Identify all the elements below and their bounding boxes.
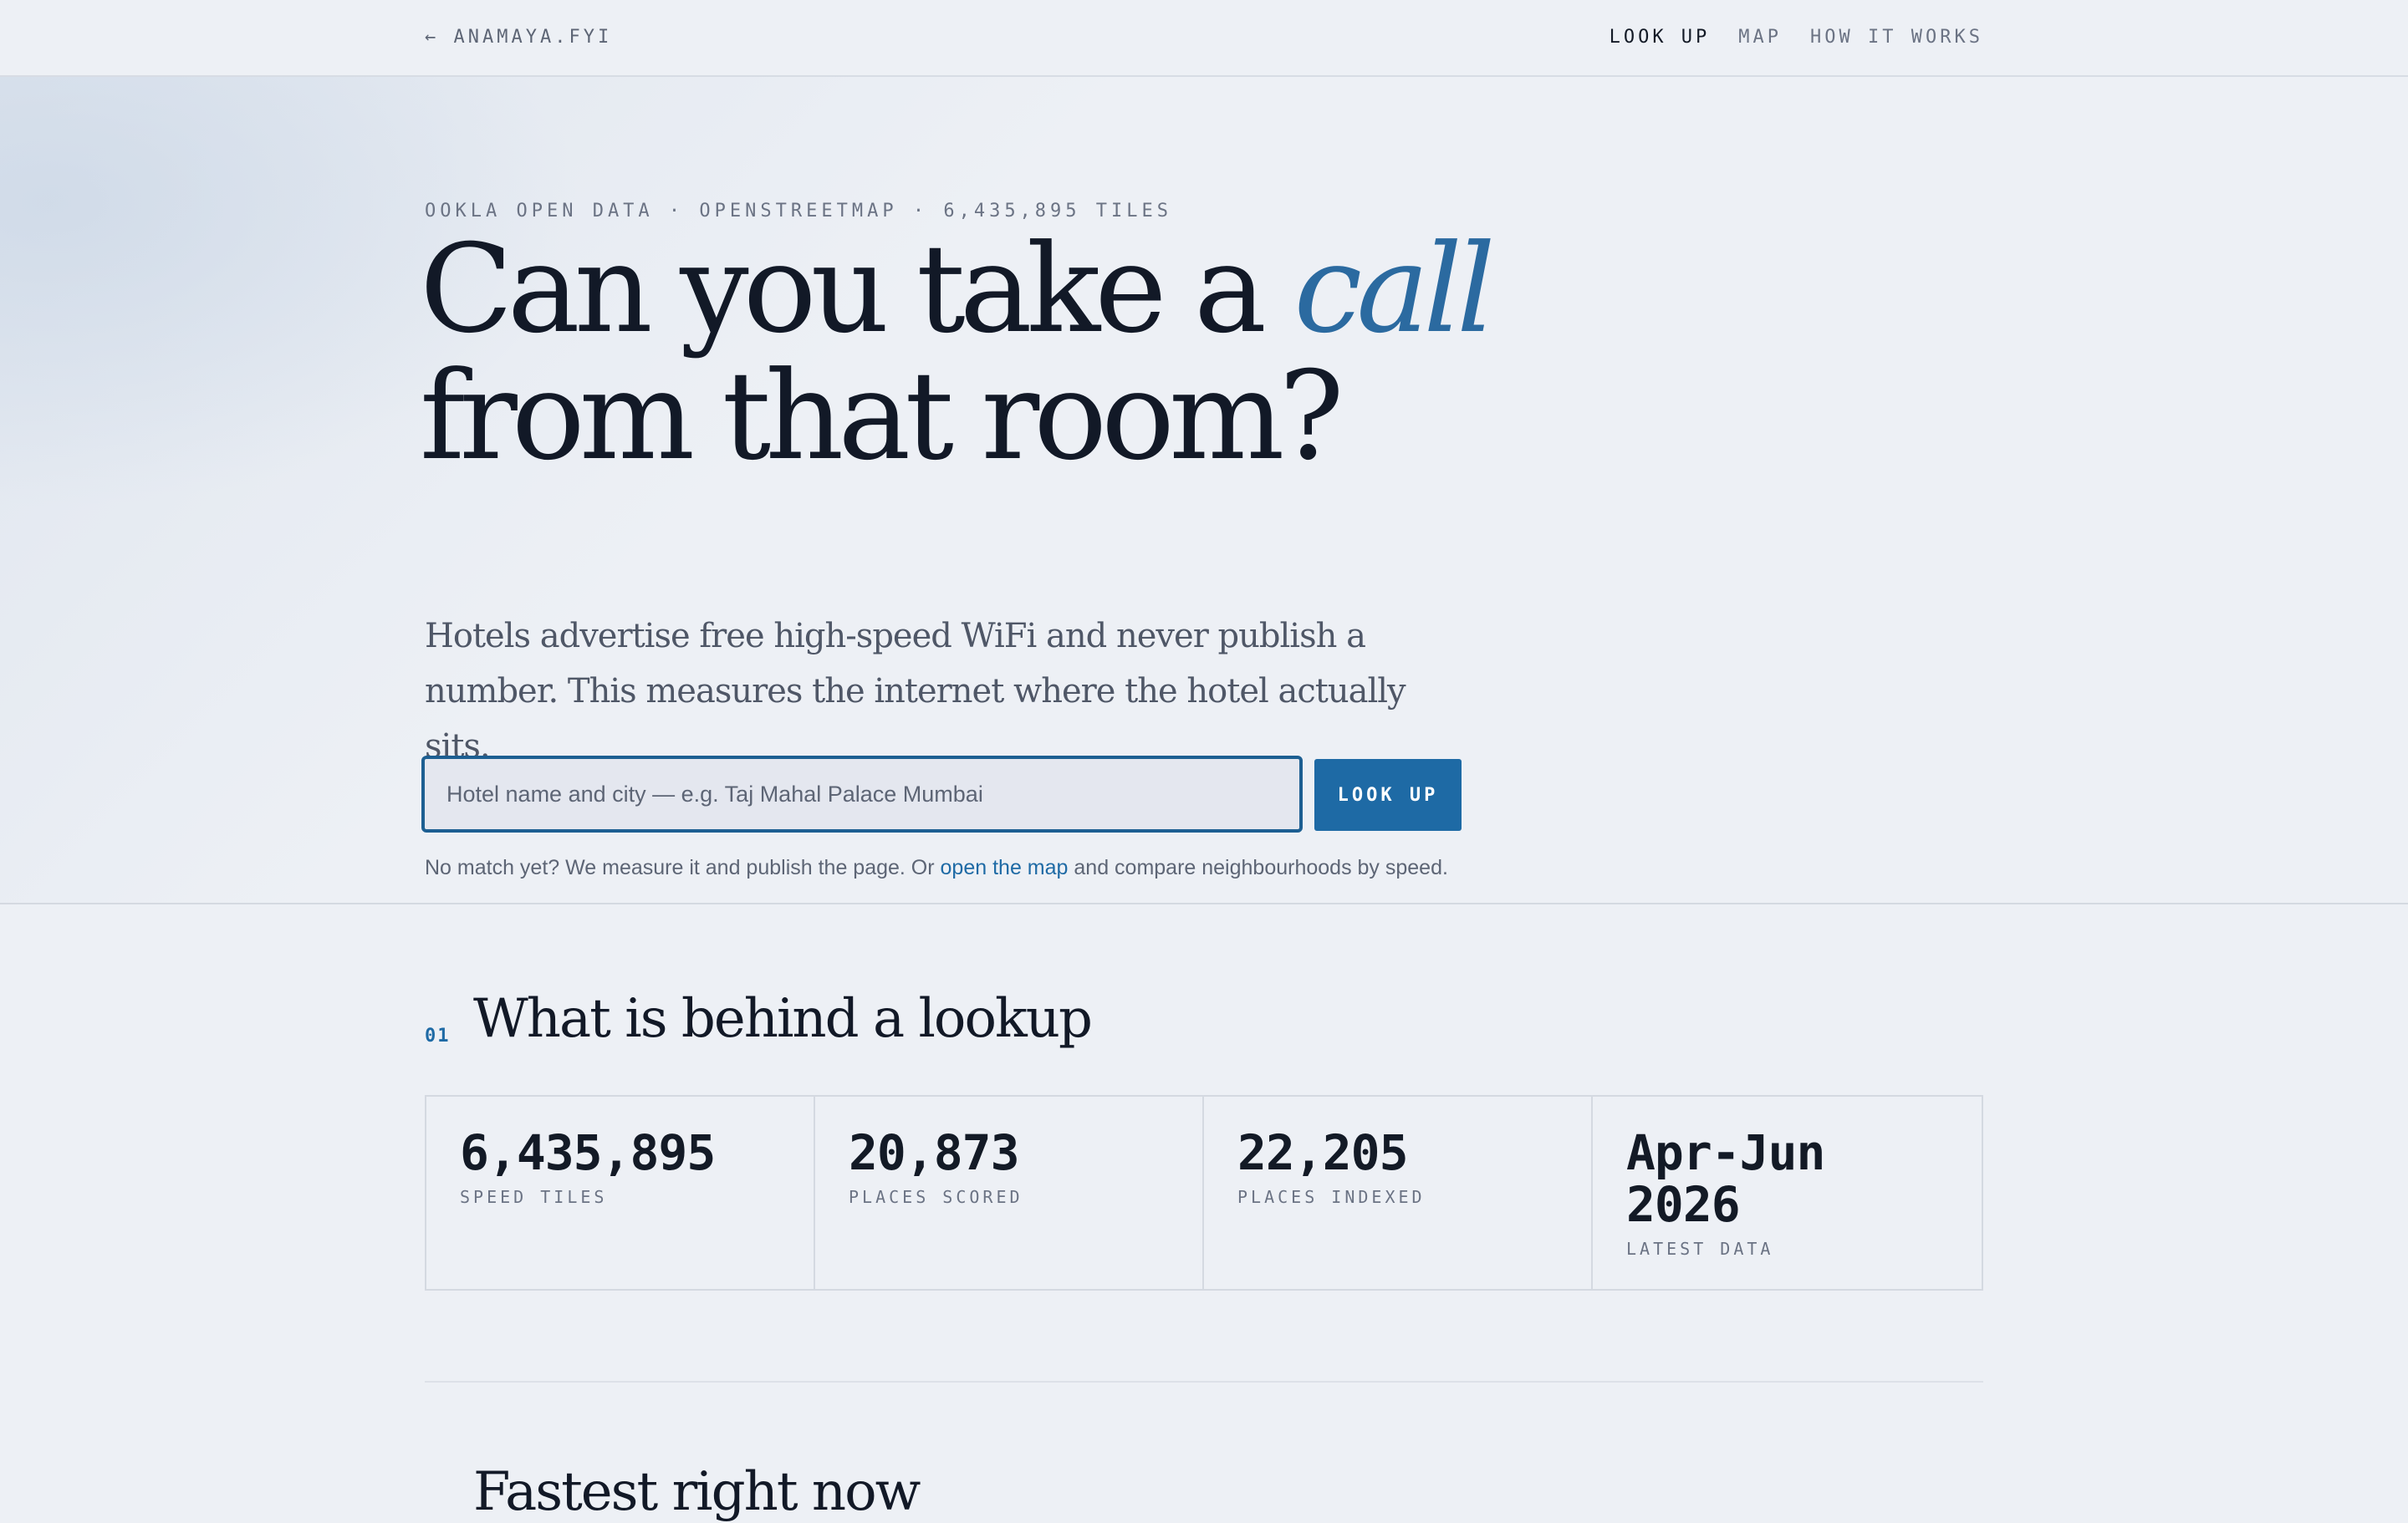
hero-subhead: Hotels advertise free high-speed WiFi an… bbox=[425, 617, 1406, 766]
note-text-before: No match yet? We measure it and publish … bbox=[425, 856, 941, 879]
headline-start: Can you take a bbox=[420, 218, 1294, 360]
stat-label: SPEED TILES bbox=[460, 1187, 608, 1207]
stats-grid: 6,435,895 SPEED TILES 20,873 PLACES SCOR… bbox=[425, 1095, 1983, 1291]
nav-look-up[interactable]: LOOK UP bbox=[1610, 27, 1711, 48]
hero-section: OOKLA OPEN DATA · OPENSTREETMAP · 6,435,… bbox=[0, 77, 2408, 904]
search-help-note: No match yet? We measure it and publish … bbox=[425, 851, 1462, 884]
section-divider bbox=[425, 1381, 1983, 1383]
section-number: 01 bbox=[425, 1026, 451, 1047]
headline-accent-word: call bbox=[1293, 218, 1495, 360]
fastest-section-title: Fastest right now bbox=[473, 1461, 921, 1523]
stat-speed-tiles: 6,435,895 SPEED TILES bbox=[426, 1097, 815, 1289]
stat-value: 22,205 bbox=[1237, 1124, 1409, 1181]
stat-value: Apr-Jun 2026 bbox=[1626, 1124, 1825, 1233]
headline-line-1: Can you take a call bbox=[420, 226, 1496, 353]
stat-places-indexed: 22,205 PLACES INDEXED bbox=[1204, 1097, 1593, 1289]
main-nav: LOOK UP MAP HOW IT WORKS bbox=[1610, 27, 1983, 48]
nav-map[interactable]: MAP bbox=[1738, 27, 1782, 48]
site-header: ← ANAMAYA.FYI LOOK UP MAP HOW IT WORKS bbox=[0, 0, 2408, 77]
stat-label: LATEST DATA bbox=[1626, 1239, 1774, 1259]
section-title: What is behind a lookup bbox=[473, 988, 1093, 1050]
look-up-button[interactable]: LOOK UP bbox=[1314, 759, 1462, 831]
headline-line-2: from that room? bbox=[420, 345, 1344, 487]
stat-value: 20,873 bbox=[849, 1124, 1020, 1181]
nav-how-it-works[interactable]: HOW IT WORKS bbox=[1810, 27, 1983, 48]
stat-latest-data: Apr-Jun 2026 LATEST DATA bbox=[1593, 1097, 1982, 1289]
hotel-search-input[interactable] bbox=[421, 756, 1303, 833]
hero-headline: Can you take a call from that room? bbox=[420, 226, 1496, 487]
note-text-after: and compare neighbourhoods by speed. bbox=[1068, 856, 1448, 879]
stat-places-scored: 20,873 PLACES SCORED bbox=[815, 1097, 1204, 1289]
open-map-link[interactable]: open the map bbox=[941, 856, 1069, 879]
stat-label: PLACES SCORED bbox=[849, 1187, 1023, 1207]
stat-value: 6,435,895 bbox=[460, 1124, 716, 1181]
back-home-link[interactable]: ← ANAMAYA.FYI bbox=[425, 27, 612, 48]
stat-label: PLACES INDEXED bbox=[1237, 1187, 1426, 1207]
